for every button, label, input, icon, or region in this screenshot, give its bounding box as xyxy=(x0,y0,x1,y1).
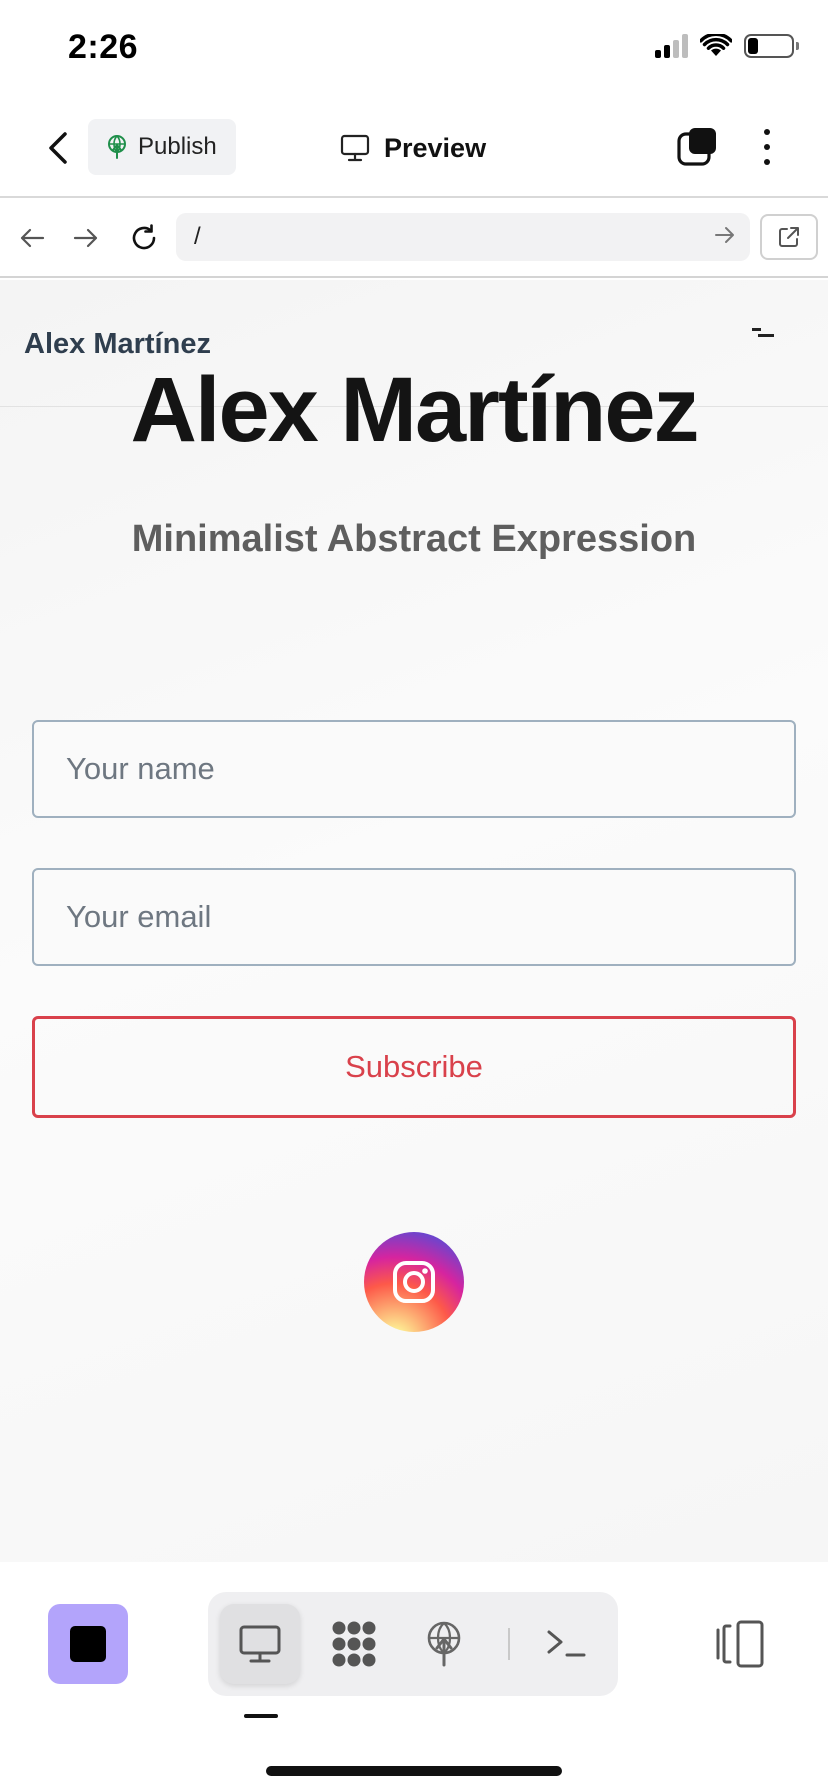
app-bar: Publish Preview xyxy=(0,100,828,198)
stop-button[interactable] xyxy=(48,1604,128,1684)
home-indicator xyxy=(266,1766,562,1776)
tool-separator xyxy=(508,1628,510,1660)
arrow-right-icon xyxy=(73,228,98,248)
preview-label: Preview xyxy=(384,132,487,163)
publish-button[interactable]: Publish xyxy=(88,119,236,175)
status-icons xyxy=(655,34,799,58)
tool-group xyxy=(208,1592,618,1696)
reload-button[interactable] xyxy=(128,222,160,254)
browser-forward-button[interactable] xyxy=(70,222,102,254)
site-brand[interactable]: Alex Martínez xyxy=(24,328,211,361)
publish-globe-icon xyxy=(108,135,126,159)
more-options-button[interactable] xyxy=(752,126,782,168)
open-external-button[interactable] xyxy=(760,214,818,260)
layout-toggle-button[interactable] xyxy=(712,1618,768,1670)
menu-toggle-icon[interactable] xyxy=(752,328,774,342)
subscribe-button[interactable]: Subscribe xyxy=(32,1016,796,1118)
battery-icon xyxy=(744,34,799,58)
instagram-icon[interactable] xyxy=(364,1232,464,1332)
stop-icon xyxy=(70,1626,106,1662)
name-input[interactable] xyxy=(32,720,796,818)
browser-back-button[interactable] xyxy=(16,222,48,254)
publish-label: Publish xyxy=(138,133,217,160)
url-text: / xyxy=(194,223,201,250)
split-layout-icon xyxy=(716,1620,764,1668)
go-arrow-icon[interactable] xyxy=(714,225,736,245)
back-button[interactable] xyxy=(38,128,78,168)
monitor-icon xyxy=(340,134,370,162)
tool-terminal[interactable] xyxy=(526,1604,606,1684)
instagram-glyph xyxy=(393,1261,435,1303)
chevron-left-icon xyxy=(49,132,67,164)
tool-publish[interactable] xyxy=(404,1604,484,1684)
terminal-icon xyxy=(547,1630,586,1657)
preview-title: Preview xyxy=(340,126,486,170)
status-time: 2:26 xyxy=(68,28,139,66)
monitor-icon xyxy=(239,1625,281,1663)
tabs-button[interactable] xyxy=(676,126,718,168)
email-input[interactable] xyxy=(32,868,796,966)
browser-bar: / xyxy=(0,198,828,278)
active-tool-indicator xyxy=(244,1714,278,1718)
reload-icon xyxy=(132,224,156,250)
web-preview: Alex Martínez Alex Martínez Minimalist A… xyxy=(0,280,828,1562)
status-bar: 2:26 xyxy=(0,0,828,100)
arrow-left-icon xyxy=(20,228,45,248)
nodes-icon xyxy=(332,1621,376,1667)
tool-nodes[interactable] xyxy=(314,1604,394,1684)
more-dots-icon xyxy=(764,129,770,135)
cellular-signal-icon xyxy=(655,34,688,58)
publish-globe-icon xyxy=(427,1621,461,1667)
tabs-icon xyxy=(677,128,716,166)
wifi-icon xyxy=(700,34,732,56)
hero-title: Alex Martínez xyxy=(130,359,699,461)
bottom-toolbar xyxy=(0,1562,828,1792)
external-link-icon xyxy=(779,227,799,247)
tool-preview[interactable] xyxy=(220,1604,300,1684)
hero-subtitle: Minimalist Abstract Expression xyxy=(131,518,697,560)
url-input[interactable]: / xyxy=(176,213,750,261)
